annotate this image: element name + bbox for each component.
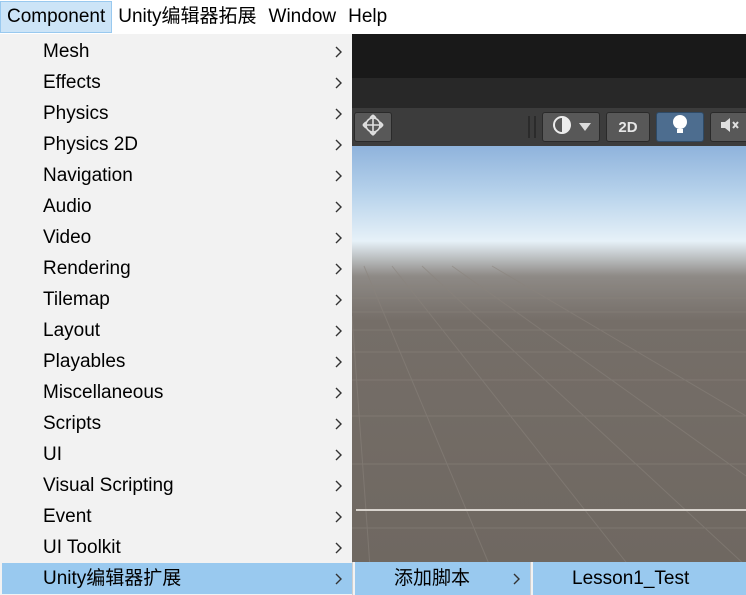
menu-item-label: Physics: [43, 103, 109, 124]
lighting-toggle-button[interactable]: [656, 112, 704, 142]
chevron-right-icon: [510, 562, 524, 595]
menu-item-label: Miscellaneous: [43, 382, 164, 403]
shading-mode-icon: [551, 114, 573, 141]
menu-item-label: Scripts: [43, 413, 102, 434]
chevron-right-icon: [332, 284, 346, 315]
menu-item-physics[interactable]: Physics: [2, 98, 352, 129]
chevron-right-icon: [332, 222, 346, 253]
menu-item-label: UI: [43, 444, 62, 465]
chevron-right-icon: [332, 501, 346, 532]
menu-item-label: Unity编辑器扩展: [43, 568, 182, 589]
2d-toggle-button[interactable]: 2D: [606, 112, 650, 142]
chevron-right-icon: [332, 191, 346, 222]
menu-item-label: Visual Scripting: [43, 475, 174, 496]
menu-item-scripts[interactable]: Scripts: [2, 408, 352, 439]
dropdown-arrow-icon: [579, 118, 591, 136]
menu-item-label: Mesh: [43, 41, 90, 62]
menu-window[interactable]: Window: [263, 0, 343, 34]
menu-item-label: Navigation: [43, 165, 133, 186]
chevron-right-icon: [332, 408, 346, 439]
lighting-toggle-icon: [671, 114, 689, 141]
menu-item-label: Physics 2D: [43, 134, 139, 155]
menu-item-label: Layout: [43, 320, 101, 341]
menu-component[interactable]: Component: [0, 1, 113, 33]
toolbar-separator: [534, 116, 536, 138]
chevron-right-icon: [332, 315, 346, 346]
menu-unity-editor-extension[interactable]: Unity编辑器拓展: [112, 0, 262, 34]
menu-item-label: Audio: [43, 196, 92, 217]
scene-viewport[interactable]: [352, 146, 746, 595]
chevron-right-icon: [332, 470, 346, 501]
menu-help[interactable]: Help: [342, 0, 393, 34]
menu-item-label: 添加脚本: [394, 568, 471, 589]
chevron-right-icon: [332, 129, 346, 160]
menu-item-label: Lesson1_Test: [572, 568, 690, 589]
chevron-right-icon: [332, 532, 346, 563]
menu-item-mesh[interactable]: Mesh: [2, 36, 352, 67]
chevron-right-icon: [332, 563, 346, 594]
chevron-right-icon: [332, 346, 346, 377]
submenu-add-script: Lesson1_Test: [530, 562, 746, 595]
scene-grid: [352, 265, 746, 595]
menu-item-audio[interactable]: Audio: [2, 191, 352, 222]
move-tool-button[interactable]: [354, 112, 392, 142]
menu-item-ui[interactable]: UI: [2, 439, 352, 470]
chevron-right-icon: [332, 377, 346, 408]
menu-item-label: Tilemap: [43, 289, 110, 310]
menu-item-event[interactable]: Event: [2, 501, 352, 532]
menu-item-add-script[interactable]: 添加脚本: [355, 562, 530, 595]
menu-item-label: Event: [43, 506, 92, 527]
menu-item-lesson1-test[interactable]: Lesson1_Test: [533, 562, 746, 595]
chevron-right-icon: [332, 160, 346, 191]
audio-toggle-button[interactable]: [710, 112, 746, 142]
menu-item-layout[interactable]: Layout: [2, 315, 352, 346]
unity-editor-area: 2D: [352, 34, 746, 595]
menu-item-physics-2d[interactable]: Physics 2D: [2, 129, 352, 160]
menu-item-label: Effects: [43, 72, 101, 93]
menu-item-unity-editor-extension[interactable]: Unity编辑器扩展: [2, 563, 352, 594]
chevron-right-icon: [332, 67, 346, 98]
audio-toggle-icon: [719, 115, 741, 140]
menu-item-visual-scripting[interactable]: Visual Scripting: [2, 470, 352, 501]
menu-item-rendering[interactable]: Rendering: [2, 253, 352, 284]
chevron-right-icon: [332, 36, 346, 67]
shading-mode-button[interactable]: [542, 112, 600, 142]
chevron-right-icon: [332, 98, 346, 129]
toolbar-separator: [528, 116, 530, 138]
menu-item-ui-toolkit[interactable]: UI Toolkit: [2, 532, 352, 563]
scene-toolbar: 2D: [352, 108, 746, 146]
menu-item-label: Rendering: [43, 258, 131, 279]
component-menu: Mesh Effects Physics Physics 2D Navigati…: [0, 34, 352, 595]
chevron-right-icon: [332, 439, 346, 470]
menu-item-playables[interactable]: Playables: [2, 346, 352, 377]
menu-item-video[interactable]: Video: [2, 222, 352, 253]
submenu-editor-extension: 添加脚本: [352, 562, 530, 595]
editor-tab-strip: [352, 34, 746, 78]
menu-bar: Component Unity编辑器拓展 Window Help: [0, 0, 746, 34]
menu-item-label: Playables: [43, 351, 126, 372]
chevron-right-icon: [332, 253, 346, 284]
editor-tab-header: [352, 78, 746, 108]
menu-item-label: Video: [43, 227, 92, 248]
menu-item-effects[interactable]: Effects: [2, 67, 352, 98]
menu-item-miscellaneous[interactable]: Miscellaneous: [2, 377, 352, 408]
menu-item-navigation[interactable]: Navigation: [2, 160, 352, 191]
menu-item-tilemap[interactable]: Tilemap: [2, 284, 352, 315]
menu-item-label: UI Toolkit: [43, 537, 121, 558]
move-tool-icon: [362, 113, 384, 141]
